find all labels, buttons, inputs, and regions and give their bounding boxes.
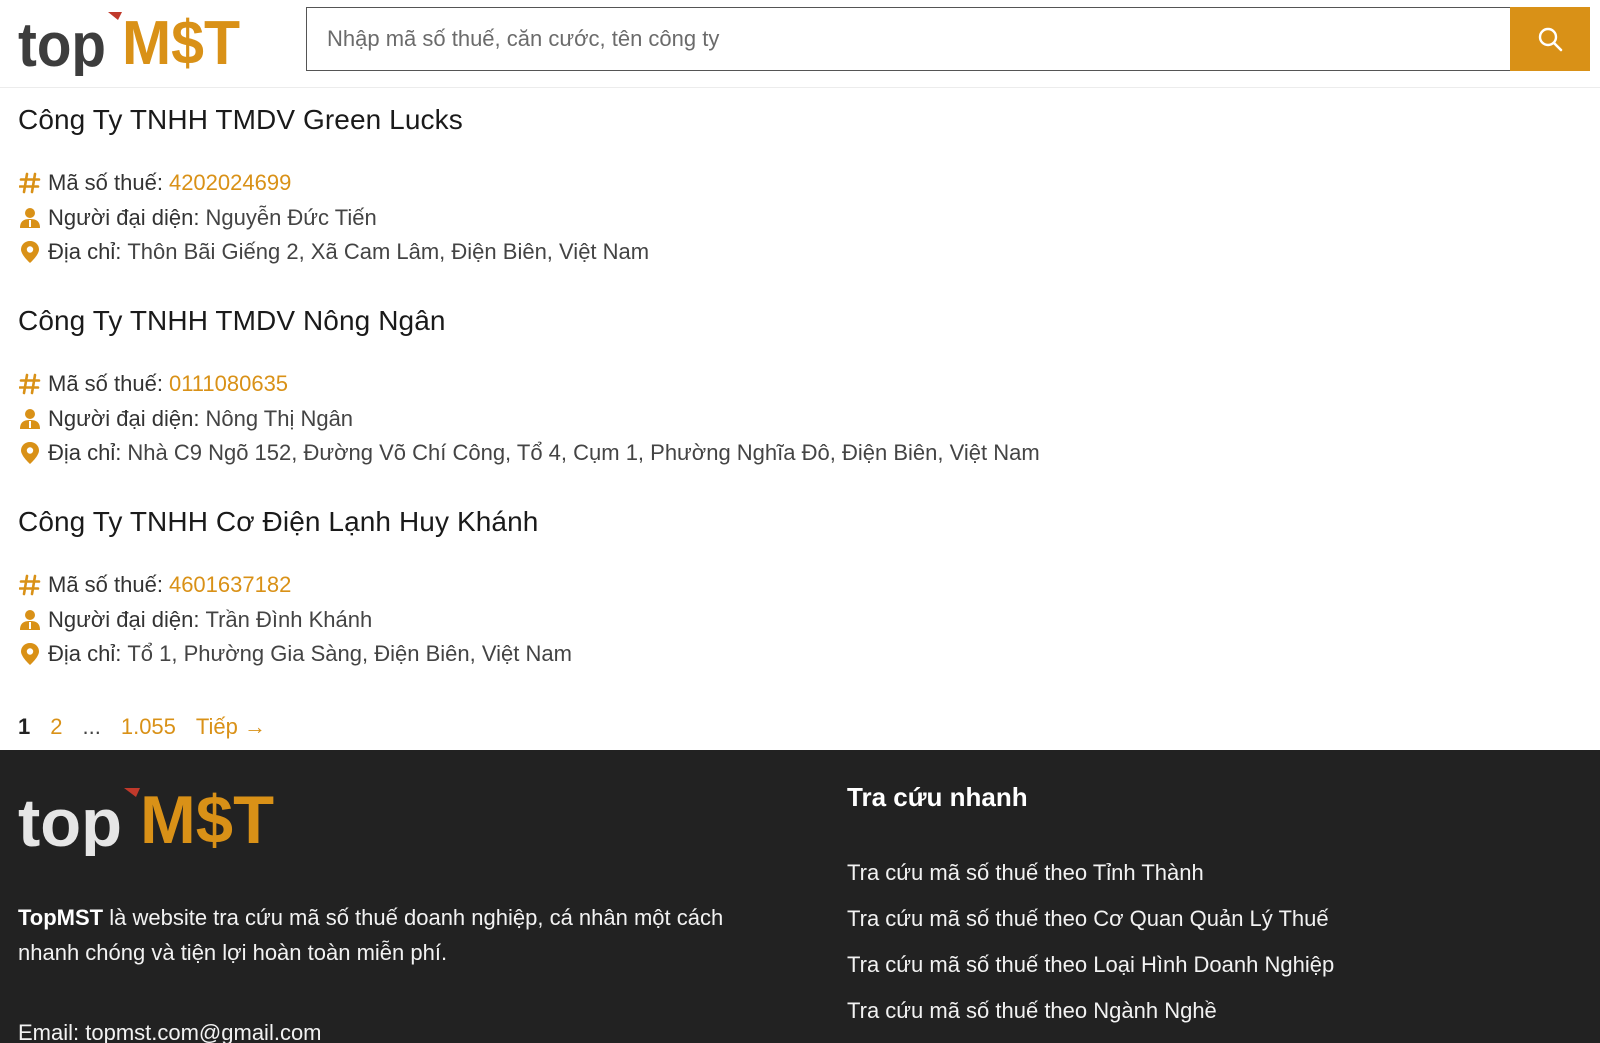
footer-email[interactable]: Email: topmst.com@gmail.com: [18, 1020, 322, 1043]
address-label: Địa chỉ:: [48, 440, 122, 465]
lookup-by-tax-office-link[interactable]: Tra cứu mã số thuế theo Cơ Quan Quản Lý …: [847, 906, 1334, 952]
tax-code-label: Mã số thuế:: [48, 170, 163, 195]
address-label: Địa chỉ:: [48, 239, 122, 264]
address-row: Địa chỉ: Nhà C9 Ngõ 152, Đường Võ Chí Cô…: [18, 438, 1040, 468]
tax-code-value[interactable]: 0111080635: [169, 371, 288, 397]
search-button[interactable]: [1510, 7, 1590, 71]
footer: top M$T TopMST là website tra cứu mã số …: [0, 750, 1600, 1043]
page-2-link[interactable]: 2: [50, 714, 62, 740]
hash-icon: [18, 170, 42, 196]
tax-code-value[interactable]: 4202024699: [169, 170, 291, 196]
svg-text:M$T: M$T: [140, 782, 274, 856]
site-logo[interactable]: top M$T: [18, 6, 243, 76]
representative-row: Người đại diện: Nguyễn Đức Tiến: [18, 203, 377, 233]
page-last-link[interactable]: 1.055: [121, 714, 176, 740]
address-label: Địa chỉ:: [48, 641, 122, 666]
topmst-logo: top M$T: [18, 9, 240, 76]
tax-code-row: Mã số thuế: 0111080635: [18, 369, 288, 399]
address-row: Địa chỉ: Tổ 1, Phường Gia Sàng, Điện Biê…: [18, 639, 572, 669]
topmst-logo: top M$T: [18, 782, 274, 861]
footer-brand-name: TopMST: [18, 905, 104, 930]
footer-description: TopMST là website tra cứu mã số thuế doa…: [18, 900, 778, 970]
tax-code-label: Mã số thuế:: [48, 371, 163, 396]
hash-icon: [18, 371, 42, 397]
representative-label: Người đại diện:: [48, 205, 200, 230]
lookup-by-industry-link[interactable]: Tra cứu mã số thuế theo Ngành Nghề: [847, 998, 1334, 1043]
svg-text:top: top: [18, 11, 106, 76]
representative-label: Người đại diện:: [48, 607, 200, 632]
svg-text:top: top: [18, 785, 122, 856]
tax-code-row: Mã số thuế: 4202024699: [18, 168, 291, 198]
address-value: Nhà C9 Ngõ 152, Đường Võ Chí Công, Tổ 4,…: [127, 440, 1040, 465]
company-name-link[interactable]: Công Ty TNHH Cơ Điện Lạnh Huy Khánh: [18, 506, 538, 538]
representative-row: Người đại diện: Trần Đình Khánh: [18, 605, 372, 635]
company-name-link[interactable]: Công Ty TNHH TMDV Nông Ngân: [18, 305, 446, 337]
company-card: Công Ty TNHH TMDV Green Lucks Mã số thuế…: [18, 100, 1578, 301]
header: top M$T: [0, 0, 1600, 88]
location-pin-icon: [18, 239, 42, 265]
representative-value: Nông Thị Ngân: [205, 406, 354, 431]
page-current: 1: [18, 714, 31, 739]
user-icon: [18, 205, 42, 231]
search-bar: [306, 7, 1590, 71]
page-ellipsis: ...: [82, 714, 101, 739]
lookup-by-province-link[interactable]: Tra cứu mã số thuế theo Tỉnh Thành: [847, 860, 1334, 906]
representative-row: Người đại diện: Nông Thị Ngân: [18, 404, 353, 434]
representative-label: Người đại diện:: [48, 406, 200, 431]
user-icon: [18, 607, 42, 633]
address-value: Tổ 1, Phường Gia Sàng, Điện Biên, Việt N…: [127, 641, 572, 666]
representative-value: Nguyễn Đức Tiến: [205, 205, 377, 230]
svg-text:M$T: M$T: [122, 9, 240, 76]
tax-code-label: Mã số thuế:: [48, 572, 163, 597]
quick-lookup-links: Tra cứu mã số thuế theo Tỉnh Thành Tra c…: [847, 860, 1334, 1043]
search-input[interactable]: [306, 7, 1510, 71]
search-icon: [1538, 27, 1563, 52]
location-pin-icon: [18, 641, 42, 667]
pagination: 1 2 ... 1.055 Tiếp →: [18, 712, 286, 742]
next-page-link[interactable]: Tiếp →: [196, 714, 266, 740]
lookup-by-business-type-link[interactable]: Tra cứu mã số thuế theo Loại Hình Doanh …: [847, 952, 1334, 998]
tax-code-value[interactable]: 4601637182: [169, 572, 291, 598]
company-results: Công Ty TNHH TMDV Green Lucks Mã số thuế…: [18, 100, 1578, 703]
user-icon: [18, 406, 42, 432]
footer-logo[interactable]: top M$T: [18, 780, 278, 861]
location-pin-icon: [18, 440, 42, 466]
quick-lookup-heading: Tra cứu nhanh: [847, 782, 1028, 812]
footer-description-text: là website tra cứu mã số thuế doanh nghi…: [18, 905, 724, 965]
company-card: Công Ty TNHH Cơ Điện Lạnh Huy Khánh Mã s…: [18, 502, 1578, 703]
hash-icon: [18, 572, 42, 598]
company-card: Công Ty TNHH TMDV Nông Ngân Mã số thuế: …: [18, 301, 1578, 502]
company-name-link[interactable]: Công Ty TNHH TMDV Green Lucks: [18, 104, 463, 136]
address-row: Địa chỉ: Thôn Bãi Giếng 2, Xã Cam Lâm, Đ…: [18, 237, 649, 267]
tax-code-row: Mã số thuế: 4601637182: [18, 570, 291, 600]
representative-value: Trần Đình Khánh: [205, 607, 373, 632]
address-value: Thôn Bãi Giếng 2, Xã Cam Lâm, Điện Biên,…: [127, 239, 650, 264]
